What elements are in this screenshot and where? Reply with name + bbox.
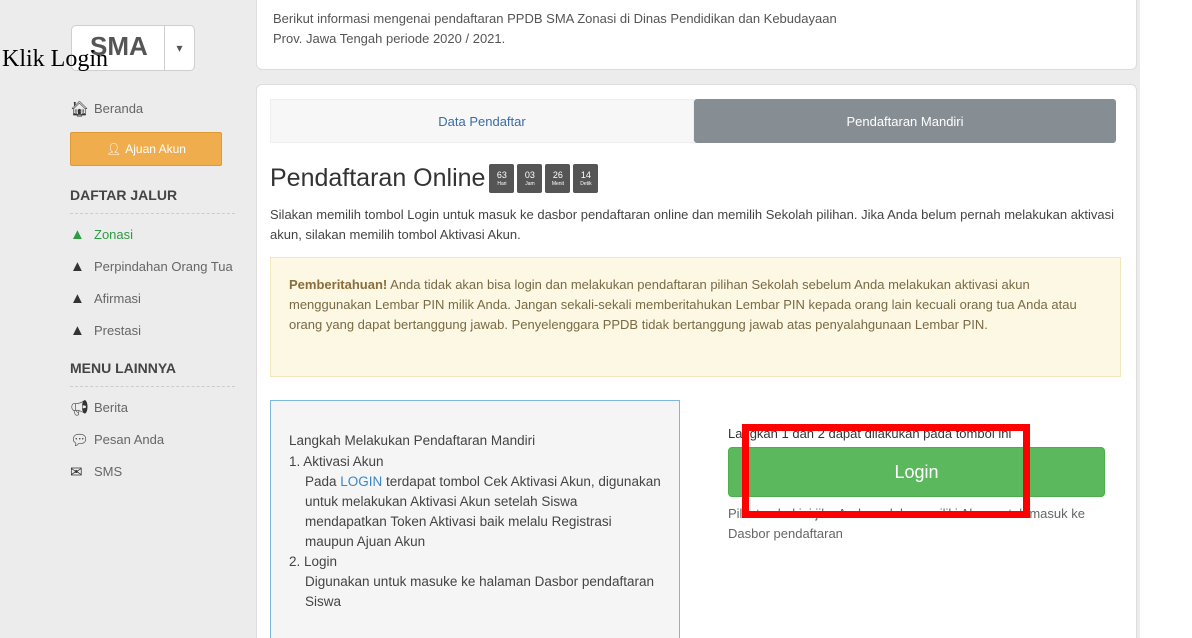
ajuan-akun-button[interactable]: 👤︎ Ajuan Akun [70,132,222,166]
countdown-value: 26 [552,169,563,180]
road-icon: ▲ [70,258,85,275]
menu-lainnya-title: MENU LAINNYA [70,360,235,387]
countdown-value: 63 [496,169,507,180]
ajuan-akun-label: Ajuan Akun [125,142,186,156]
countdown-value: 03 [524,169,535,180]
chat-bubble-icon: 💬︎ [70,432,90,449]
sidebar-item-berita[interactable]: 📢︎ Berita [70,399,235,417]
sidebar: 🏠︎ Beranda 👤︎ Ajuan Akun DAFTAR JALUR ▲ … [70,100,235,495]
step2-body: Digunakan untuk masuke ke halaman Dasbor… [305,574,654,609]
megaphone-icon: 📢︎ [70,400,90,417]
notice-alert: Pemberitahuan! Anda tidak akan bisa logi… [270,257,1121,377]
sidebar-item-label: Berita [94,400,128,415]
user-plus-icon: 👤︎ [106,142,122,156]
home-icon: 🏠︎ [70,101,90,118]
countdown-timer: 63 Hari 03 Jam 26 Menit 14 Detik [489,164,599,193]
notice-text: Anda tidak akan bisa login dan melakukan… [289,277,1077,332]
highlight-annotation [742,424,1030,518]
sidebar-item-label: SMS [94,464,123,479]
road-icon: ▲ [70,322,85,339]
registration-panel: Data Pendaftar Pendaftaran Mandiri Penda… [256,84,1137,638]
countdown-days: 63 Hari [489,164,515,193]
chevron-down-icon[interactable]: ▾ [164,26,194,70]
sidebar-item-pesan[interactable]: 💬︎ Pesan Anda [70,431,235,449]
sidebar-item-beranda[interactable]: 🏠︎ Beranda [70,100,235,118]
sidebar-item-afirmasi[interactable]: ▲ Afirmasi [70,290,235,308]
countdown-value: 14 [580,169,591,180]
sidebar-item-label: Zonasi [94,227,134,242]
sidebar-item-label: Afirmasi [94,291,141,306]
intro-text: Silakan memilih tombol Login untuk masuk… [270,207,1115,242]
step1-pre: Pada [305,474,341,489]
info-text: Berikut informasi mengenai pendaftaran P… [273,11,837,46]
sidebar-item-prestasi[interactable]: ▲ Prestasi [70,322,235,340]
steps-panel: Langkah Melakukan Pendaftaran Mandiri 1.… [270,400,680,638]
daftar-jalur-title: DAFTAR JALUR [70,187,235,214]
sidebar-item-perpindahan[interactable]: ▲ Perpindahan Orang Tua [70,258,235,276]
envelope-icon: ✉︎ [70,464,83,481]
sidebar-item-zonasi[interactable]: ▲ Zonasi [70,226,235,244]
countdown-unit: Jam [525,180,535,187]
countdown-hours: 03 Jam [517,164,543,193]
sidebar-item-label: Pesan Anda [94,432,165,447]
step1-heading: 1. Aktivasi Akun [289,454,384,469]
info-card: Berikut informasi mengenai pendaftaran P… [256,0,1137,70]
road-icon: ▲ [70,226,85,243]
step1-body: Pada LOGIN terdapat tombol Cek Aktivasi … [289,472,661,552]
page-title-row: Pendaftaran Online 63 Hari 03 Jam 26 Men… [270,164,599,193]
sidebar-item-label: Perpindahan Orang Tua [94,259,233,274]
page-title: Pendaftaran Online [270,164,486,192]
notice-title: Pemberitahuan! [289,277,388,292]
countdown-unit: Hari [497,180,507,187]
countdown-unit: Detik [580,180,592,187]
tab-pendaftaran-mandiri[interactable]: Pendaftaran Mandiri [694,99,1116,143]
sidebar-item-label: Prestasi [94,323,141,338]
countdown-minutes: 26 Menit [545,164,571,193]
tab-bar: Data Pendaftar Pendaftaran Mandiri [270,99,1116,143]
sidebar-item-label: Beranda [94,101,144,116]
scrollbar[interactable] [1140,0,1192,638]
tab-data-pendaftar[interactable]: Data Pendaftar [270,99,694,143]
road-icon: ▲ [70,290,85,307]
step2-heading: 2. Login [289,554,338,569]
login-link[interactable]: LOGIN [340,474,382,489]
countdown-unit: Menit [551,180,565,187]
instruction-caption: Klik Login [2,46,108,72]
countdown-seconds: 14 Detik [573,164,599,193]
sidebar-item-sms[interactable]: ✉︎ SMS [70,463,235,481]
steps-title: Langkah Melakukan Pendaftaran Mandiri [289,433,536,448]
